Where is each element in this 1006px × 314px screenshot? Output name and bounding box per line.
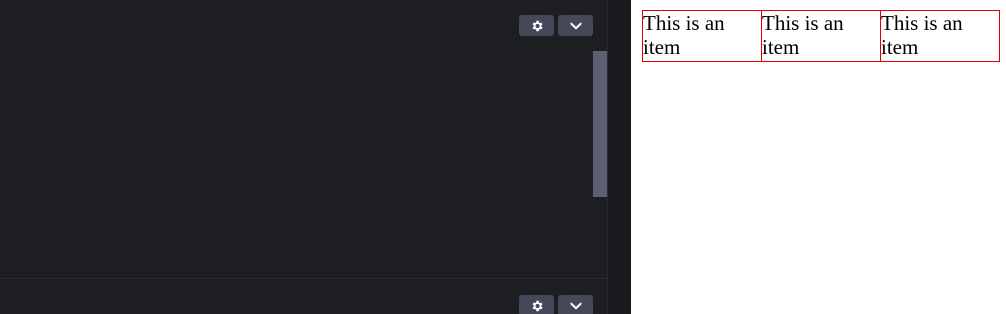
gear-icon: [532, 300, 543, 311]
scrollbar[interactable]: [593, 51, 607, 278]
chevron-down-icon: [569, 302, 582, 309]
editor-panel-bottom[interactable]: [0, 279, 607, 314]
list-item: This is an item: [761, 10, 881, 62]
chevron-down-icon: [569, 22, 582, 29]
list-item: This is an item: [880, 10, 1000, 62]
gear-icon: [532, 20, 543, 31]
item-list: This is an item This is an item This is …: [642, 10, 1000, 62]
preview-pane: This is an item This is an item This is …: [631, 0, 1006, 314]
settings-button[interactable]: [519, 15, 554, 36]
collapse-button[interactable]: [558, 295, 593, 314]
code-editor-pane: [0, 0, 607, 314]
list-item: This is an item: [642, 10, 762, 62]
settings-button[interactable]: [519, 295, 554, 314]
editor-panel-top[interactable]: [0, 0, 607, 278]
scrollbar-thumb[interactable]: [593, 51, 607, 197]
collapse-button[interactable]: [558, 15, 593, 36]
pane-resizer[interactable]: [607, 0, 631, 314]
